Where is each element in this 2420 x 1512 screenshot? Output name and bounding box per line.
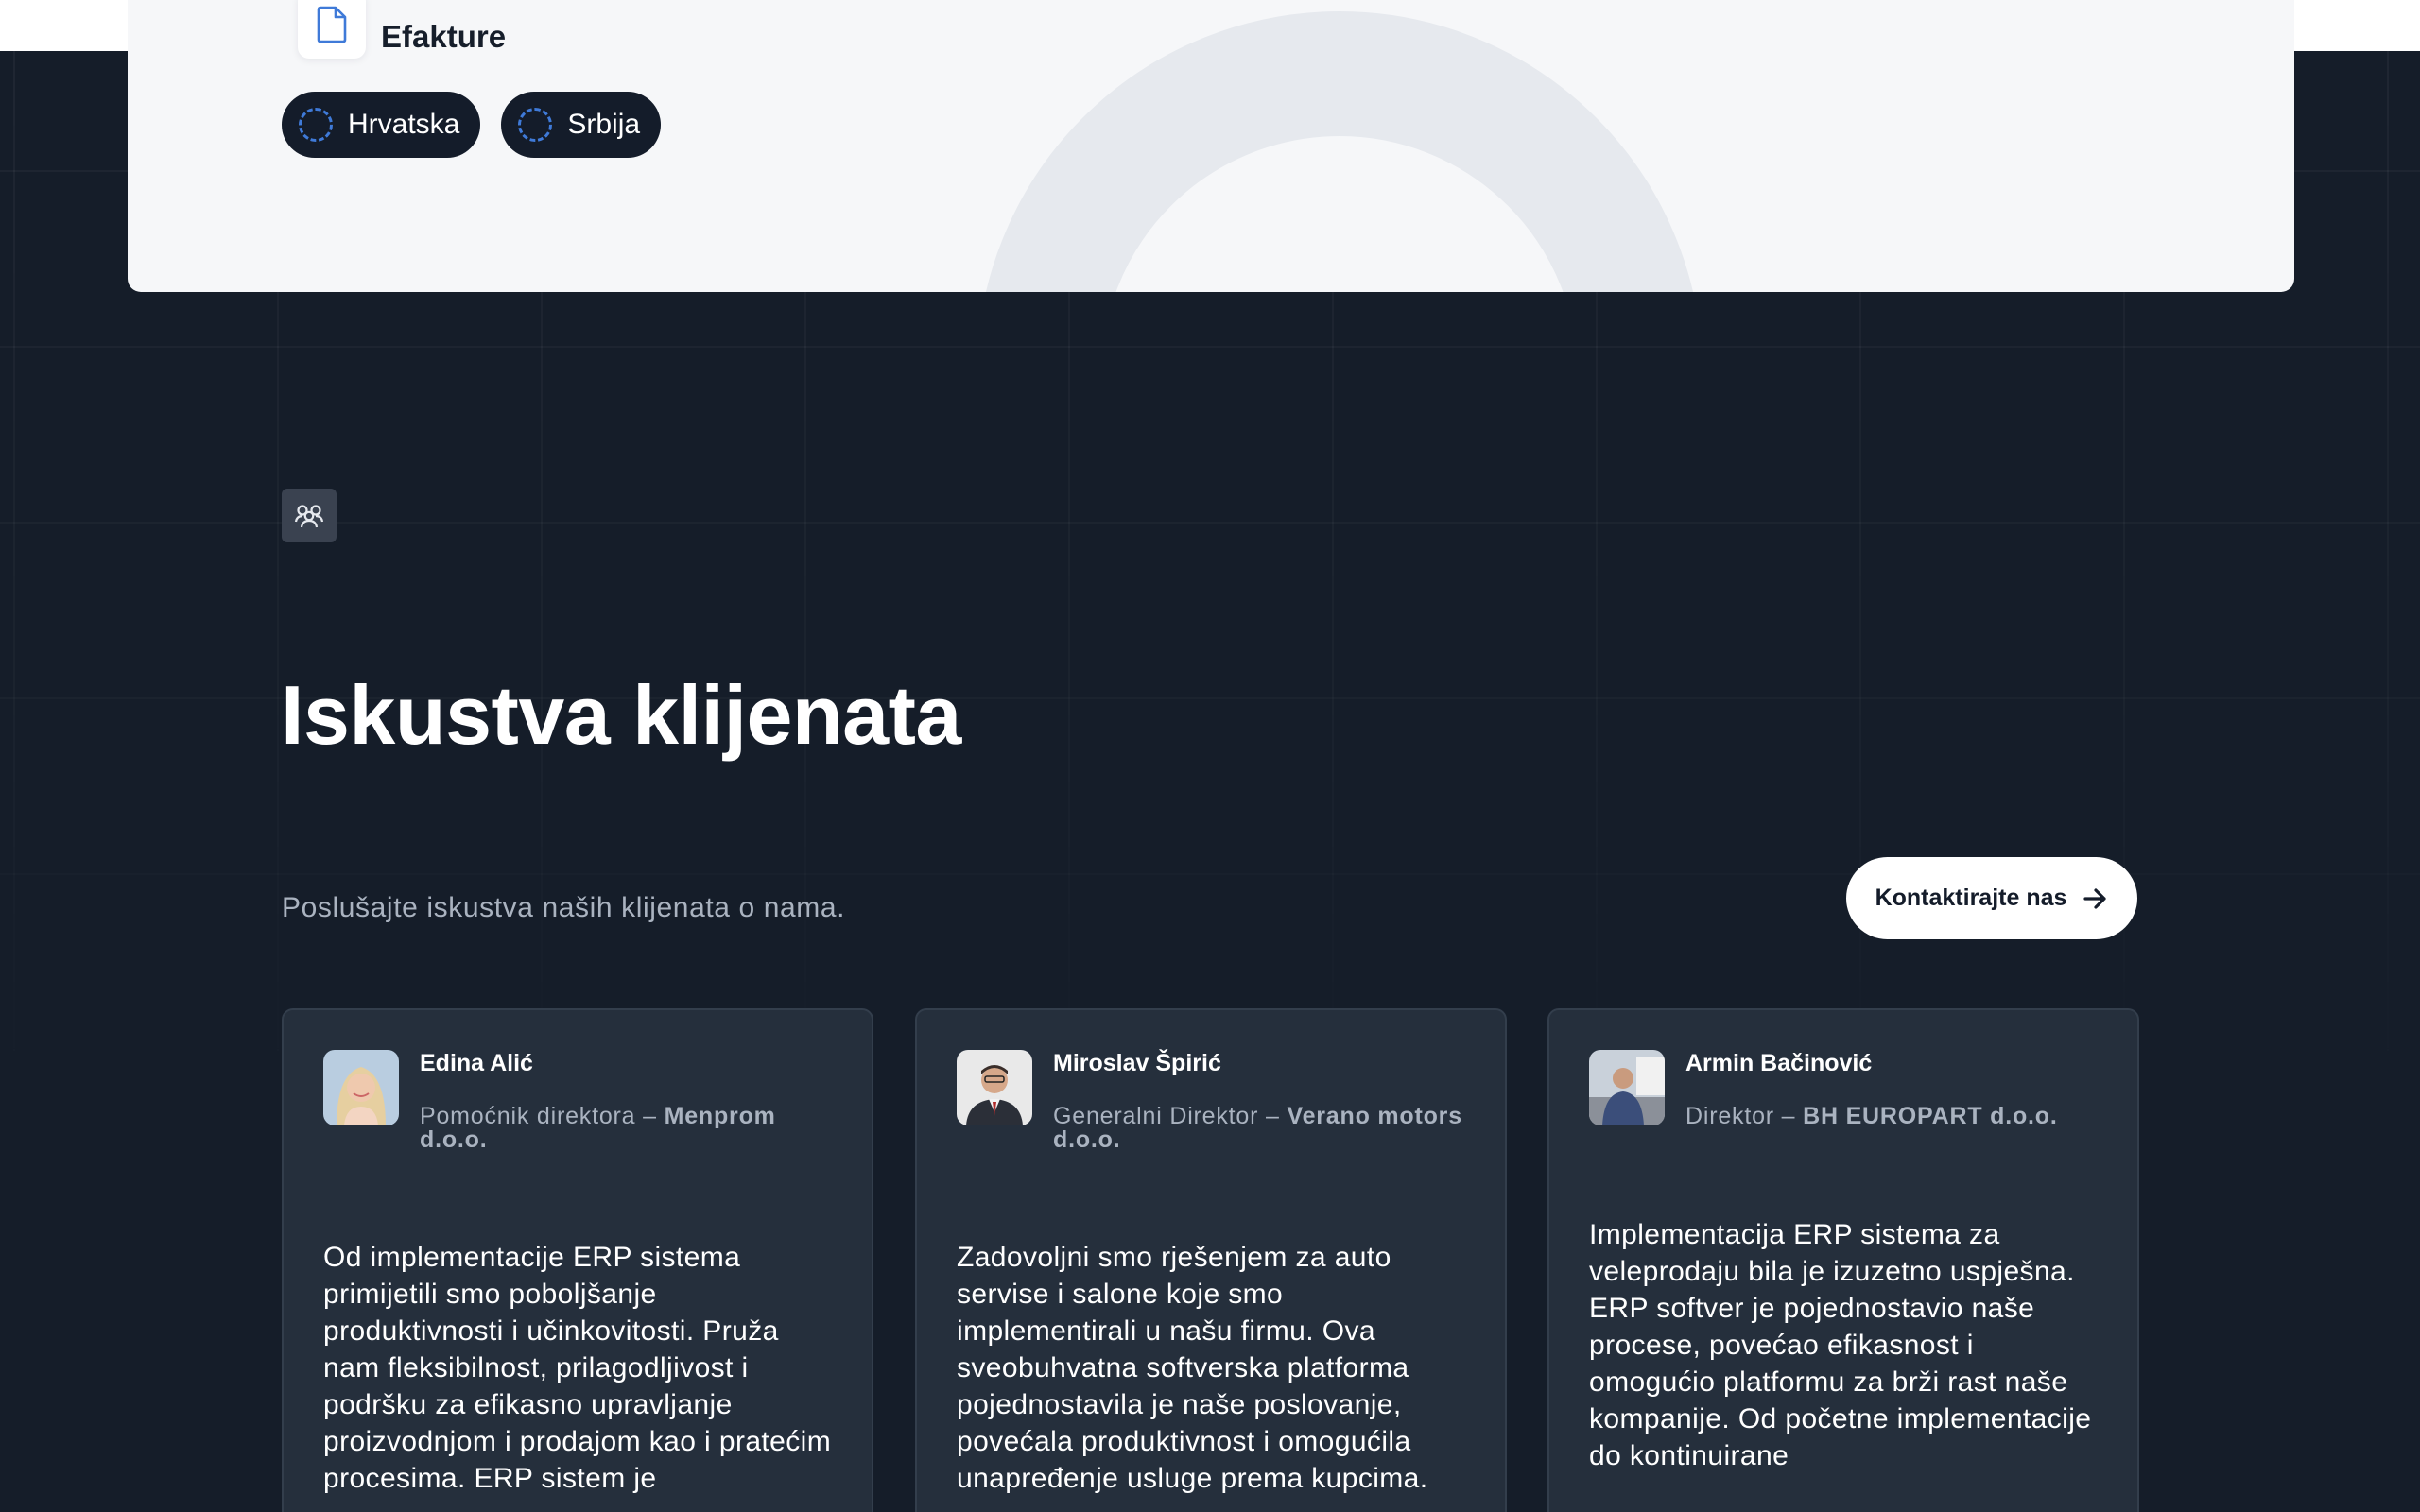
- testimonial-quote: Implementacija ERP sistema za veleprodaj…: [1589, 1219, 2092, 1471]
- testimonial-quote: Zadovoljni smo rješenjem za auto servise…: [957, 1242, 1428, 1494]
- person-name: Armin Bačinović: [1685, 1050, 1873, 1076]
- pill-srbija[interactable]: Srbija: [501, 92, 662, 158]
- country-pills: Hrvatska Srbija: [282, 92, 662, 158]
- avatar: [1589, 1050, 1665, 1125]
- hero-ring-decoration: [977, 11, 1703, 292]
- document-icon: [298, 0, 366, 59]
- dashed-circle-icon: [518, 108, 553, 142]
- contact-button[interactable]: Kontaktirajte nas: [1846, 857, 2137, 939]
- person-name: Miroslav Špirić: [1053, 1050, 1221, 1076]
- avatar: [957, 1050, 1032, 1125]
- avatar: [323, 1050, 399, 1125]
- section-title: Iskustva klijenata: [281, 668, 961, 762]
- users-icon: [282, 489, 337, 542]
- hero-title: Efakture: [381, 19, 507, 54]
- pill-label: Hrvatska: [348, 109, 460, 140]
- dashed-circle-icon: [299, 108, 333, 142]
- person-name: Edina Alić: [420, 1050, 533, 1076]
- pill-hrvatska[interactable]: Hrvatska: [282, 92, 481, 158]
- contact-button-label: Kontaktirajte nas: [1875, 885, 2067, 911]
- hero-card: Efakture Hrvatska Srbija: [128, 0, 2294, 292]
- testimonial-card: Miroslav Špirić Generalni Direktor – Ver…: [915, 1008, 1507, 1512]
- person-role: Generalni Direktor – Verano motors d.o.o…: [1053, 1103, 1462, 1153]
- testimonial-card: Edina Alić Pomoćnik direktora – Menprom …: [282, 1008, 873, 1512]
- arrow-right-icon: [2083, 887, 2107, 909]
- pill-label: Srbija: [567, 109, 641, 140]
- section-subtitle: Poslušajte iskustva naših klijenata o na…: [282, 892, 846, 923]
- person-role: Pomoćnik direktora – Menprom d.o.o.: [420, 1103, 776, 1153]
- testimonial-card: Armin Bačinović Direktor – BH EUROPART d…: [1547, 1008, 2139, 1512]
- person-role: Direktor – BH EUROPART d.o.o.: [1685, 1103, 2058, 1129]
- testimonial-quote: Od implementacije ERP sistema primijetil…: [323, 1242, 832, 1494]
